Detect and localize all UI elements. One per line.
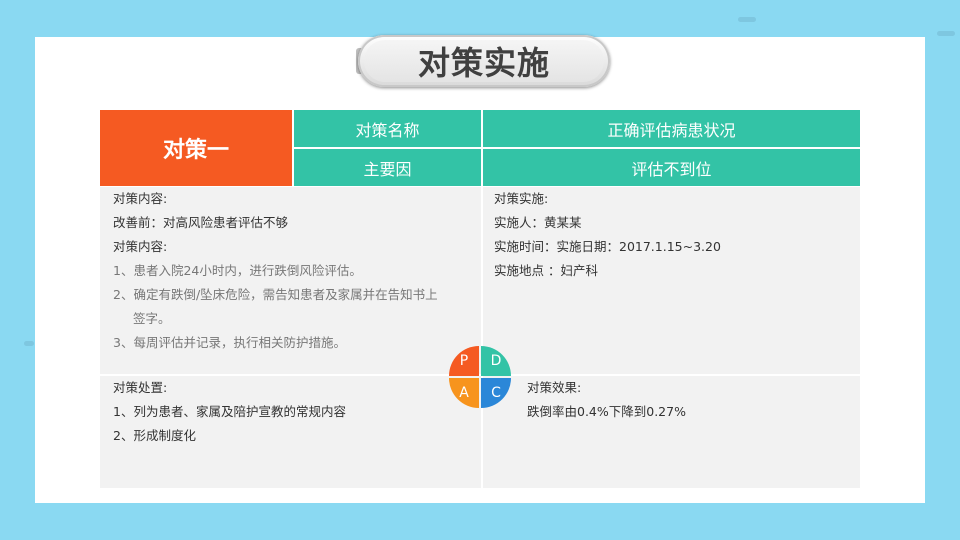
do-heading: 对策实施: [494, 191, 549, 206]
strategy-name-label: 对策名称 [294, 110, 481, 147]
decor-dash [937, 31, 955, 36]
page-title: 对策实施 [417, 44, 550, 82]
plan-item: 1、患者入院24小时内，进行跌倒风险评估。 [113, 263, 362, 278]
main-cause-value: 评估不到位 [483, 149, 860, 186]
strategy-name-value: 正确评估病患状况 [483, 110, 860, 147]
pdca-do-quadrant: D [481, 346, 511, 376]
do-place: 实施地点 ：妇产科 [494, 263, 598, 278]
do-time: 实施时间：实施日期：2017.1.15~3.20 [494, 239, 721, 254]
page-title-pill: 对策实施 [358, 35, 610, 87]
pdca-check-quadrant: C [481, 378, 511, 408]
act-item: 1、列为患者、家属及陪护宣教的常规内容 [113, 404, 346, 419]
do-section: 对策实施: 实施人：黄某某 实施时间：实施日期：2017.1.15~3.20 实… [494, 187, 721, 283]
pdca-plan-quadrant: P [449, 346, 479, 376]
do-person: 实施人：黄某某 [494, 215, 582, 230]
pdca-act-quadrant: A [449, 378, 479, 408]
plan-item: 2、确定有跌倒/坠床危险，需告知患者及家属并在告知书上 [113, 287, 438, 302]
main-cause-label: 主要因 [294, 149, 481, 186]
plan-item: 3、每周评估并记录，执行相关防护措施。 [113, 335, 346, 350]
plan-before: 改善前：对高风险患者评估不够 [113, 215, 289, 230]
act-item: 2、形成制度化 [113, 428, 196, 443]
check-heading: 对策效果: [527, 380, 582, 395]
plan-section: 对策内容: 改善前：对高风险患者评估不够 对策内容: 1、患者入院24小时内，进… [113, 187, 438, 355]
plan-heading: 对策内容: [113, 191, 168, 206]
plan-content-heading: 对策内容: [113, 239, 168, 254]
check-result: 跌倒率由0.4%下降到0.27% [527, 404, 686, 419]
decor-dash [24, 341, 34, 346]
pdca-cycle-icon: P D A C [449, 346, 511, 408]
check-section: 对策效果: 跌倒率由0.4%下降到0.27% [527, 376, 686, 424]
plan-item-continued: 签字。 [133, 311, 171, 326]
strategy-badge: 对策一 [100, 110, 292, 186]
act-section: 对策处置: 1、列为患者、家属及陪护宣教的常规内容 2、形成制度化 [113, 376, 346, 448]
decor-dash [738, 17, 756, 22]
act-heading: 对策处置: [113, 380, 168, 395]
